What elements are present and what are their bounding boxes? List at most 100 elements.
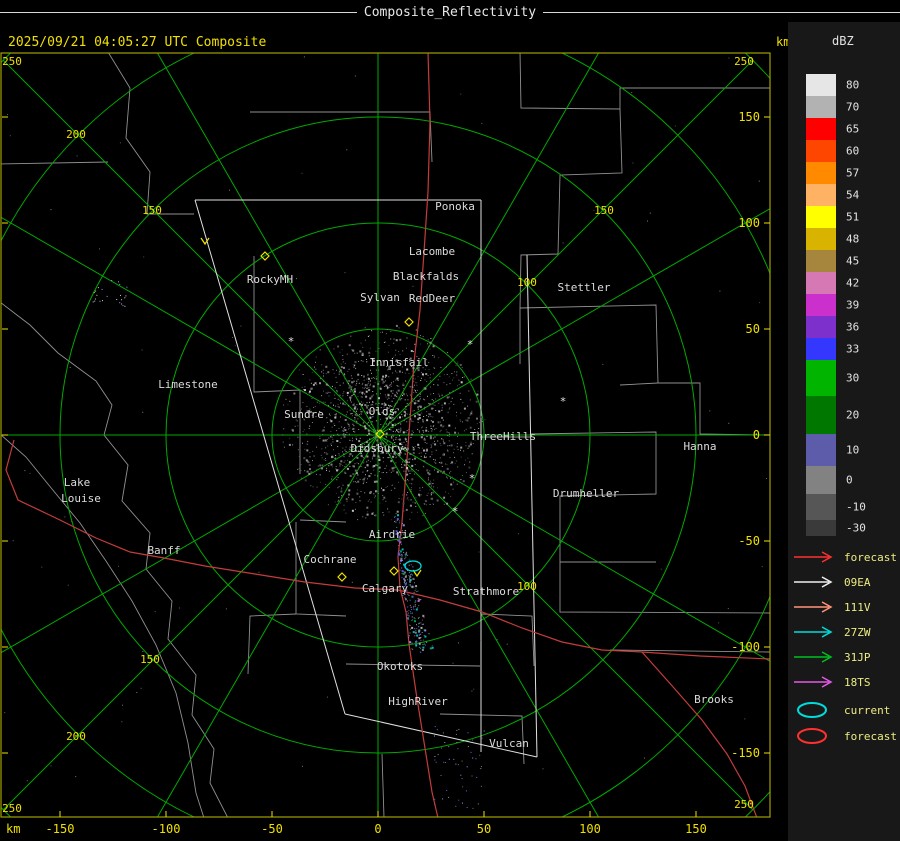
dbz-value-label: 33: [846, 342, 860, 356]
legend-arrow-09EA: 09EA: [792, 573, 871, 591]
dbz-colorbar: [806, 74, 836, 536]
range-label: 250: [734, 798, 754, 811]
dbz-value-label: 0: [846, 473, 853, 487]
dbz-band-54: [806, 184, 836, 206]
legend-arrow-111V: 111V: [792, 598, 871, 616]
timestamp: 2025/09/21 04:05:27 UTC Composite: [8, 35, 267, 50]
city-label: Louise: [61, 492, 101, 505]
dbz-value-label: 45: [846, 254, 860, 268]
city-label: Didsbury: [351, 442, 404, 455]
track-arrow-icon: [794, 626, 833, 638]
city-label: Brooks: [694, 693, 734, 706]
city-label: Hanna: [683, 440, 716, 453]
city-label: RedDeer: [409, 292, 456, 305]
dbz-band--30: [806, 520, 836, 536]
radar-site-diamond-icon: [389, 566, 399, 576]
range-label: 150: [142, 204, 162, 217]
city-label: Ponoka: [435, 200, 475, 213]
range-label: 100: [517, 580, 537, 593]
dbz-value-label: 39: [846, 298, 860, 312]
y-axis-label: -150: [731, 746, 760, 760]
track-arrow-icon: [794, 676, 833, 688]
track-arrow-icon: [794, 551, 833, 563]
legend-ellipse-current: current: [792, 701, 890, 719]
city-label: Olds: [369, 405, 396, 418]
city-label: Blackfalds: [393, 270, 459, 283]
legend-arrow-18TS: 18TS: [792, 673, 871, 691]
azimuth-line: [377, 434, 770, 662]
y-axis-label: -50: [738, 534, 760, 548]
legend-track-label: 31JP: [844, 650, 871, 664]
highway-line: [641, 651, 758, 817]
azimuth-line: [156, 53, 379, 436]
city-label: Vulcan: [489, 737, 529, 750]
azimuth-line: [377, 53, 600, 436]
station-star-icon: *: [288, 335, 295, 348]
legend-track-label: 09EA: [844, 575, 871, 589]
city-label: HighRiver: [388, 695, 448, 708]
city-label: Banff: [147, 544, 180, 557]
azimuth-line: [1, 434, 379, 654]
x-axis-label: 150: [685, 822, 707, 836]
county-boundary: [619, 382, 659, 386]
dbz-value-label: 60: [846, 144, 860, 158]
county-boundary: [295, 522, 347, 617]
y-axis-label: -100: [731, 640, 760, 654]
dbz-band-39: [806, 294, 836, 316]
county-boundary: [559, 562, 770, 614]
window-title: Composite_Reflectivity: [363, 4, 537, 20]
dbz-value-label: -30: [846, 521, 866, 535]
range-label: 250: [734, 55, 754, 68]
city-label: Lake: [64, 476, 91, 489]
legend-track-label: 27ZW: [844, 625, 871, 639]
city-label: Okotoks: [377, 660, 423, 673]
x-axis-label: -100: [152, 822, 181, 836]
dbz-value-label: 10: [846, 443, 860, 457]
legend-unit: dBZ: [832, 34, 854, 48]
track-arrow-icon: [794, 651, 833, 663]
dbz-band-36: [806, 316, 836, 338]
dbz-value-label: 30: [846, 371, 860, 385]
county-boundary: [1, 161, 109, 165]
county-boundary: [247, 613, 297, 675]
dbz-band-30: [806, 360, 836, 396]
x-axis-label: 0: [374, 822, 381, 836]
range-label: 200: [66, 730, 86, 743]
city-label: Calgary: [362, 582, 409, 595]
highway-line: [5, 439, 770, 660]
reflectivity-echo: [4, 56, 767, 809]
city-label: Cochrane: [304, 553, 357, 566]
dbz-value-label: 48: [846, 232, 860, 246]
storm-ellipse-icon: [797, 702, 827, 718]
titlebar-rule-right: [543, 11, 900, 13]
legend-track-label: current: [844, 703, 891, 717]
city-label: Lacombe: [409, 245, 455, 258]
legend-track-label: 18TS: [844, 675, 871, 689]
dbz-value-label: 54: [846, 188, 860, 202]
county-boundary: [299, 519, 347, 523]
x-axis-label: -150: [46, 822, 75, 836]
window-titlebar: Composite_Reflectivity: [0, 0, 900, 24]
city-label: Airdrie: [369, 528, 415, 541]
dbz-value-label: 80: [846, 78, 860, 92]
range-label: 150: [594, 204, 614, 217]
dbz-band-20: [806, 396, 836, 434]
range-label: 100: [517, 276, 537, 289]
city-label: RockyMH: [247, 273, 293, 286]
legend-arrow-27ZW: 27ZW: [792, 623, 871, 641]
dbz-band--10: [806, 494, 836, 520]
dbz-band-42: [806, 272, 836, 294]
legend-ellipse-forecast: forecast: [792, 727, 897, 745]
range-label: 200: [66, 128, 86, 141]
city-label: Limestone: [158, 378, 218, 391]
dbz-value-label: 65: [846, 122, 860, 136]
radar-map: * * * * * Ponoka Lacombe Blackfalds RedDeer Sylva…: [0, 52, 771, 836]
dbz-band-48: [806, 228, 836, 250]
azimuth-line: [2, 434, 379, 811]
dbz-band-33: [806, 338, 836, 360]
dbz-band-70: [806, 96, 836, 118]
current-cell-ellipse-icon: [404, 560, 422, 572]
titlebar-rule-left: [0, 11, 357, 13]
city-label: Sundre: [284, 408, 324, 421]
legend-track-label: forecast: [844, 550, 897, 564]
